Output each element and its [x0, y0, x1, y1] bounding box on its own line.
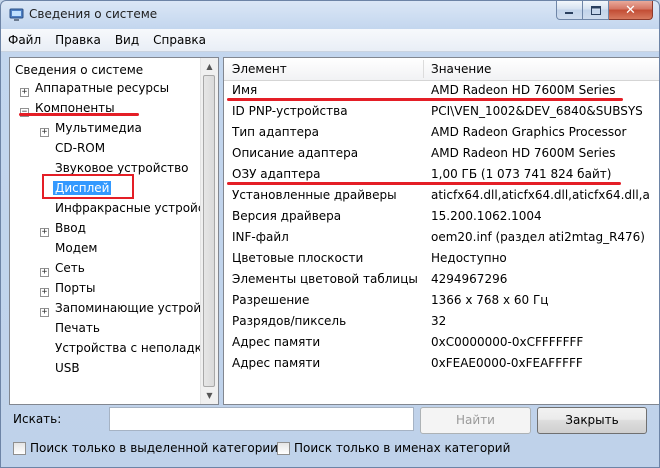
- tree-item-usb[interactable]: USB: [55, 358, 80, 378]
- expand-icon[interactable]: +: [40, 288, 49, 297]
- expand-icon[interactable]: +: [40, 228, 49, 237]
- table-row[interactable]: Установленные драйверы aticfx64.dll,atic…: [224, 185, 659, 206]
- maximize-icon: [590, 5, 601, 15]
- tree-item-system-summary[interactable]: Сведения о системе: [15, 60, 143, 80]
- table-row[interactable]: ID PNP-устройства PCI\VEN_1002&DEV_6840&…: [224, 101, 659, 122]
- table-row-partial[interactable]: [224, 374, 659, 384]
- annotation-box: [42, 174, 134, 199]
- tree-item-problem-devices[interactable]: Устройства с неполадка: [55, 338, 209, 358]
- expand-icon[interactable]: +: [20, 88, 29, 97]
- menu-file[interactable]: Файл: [1, 33, 48, 47]
- column-header-value[interactable]: Значение: [431, 58, 491, 80]
- table-row[interactable]: Цветовые плоскости Недоступно: [224, 248, 659, 269]
- search-label: Искать:: [13, 412, 62, 426]
- tree-item-ports[interactable]: Порты: [55, 278, 95, 298]
- table-row[interactable]: Разрядов/пиксель 32: [224, 311, 659, 332]
- minimize-icon: [565, 11, 573, 14]
- list-header: Элемент Значение: [224, 58, 659, 81]
- expand-icon[interactable]: +: [40, 128, 49, 137]
- scroll-down-icon[interactable]: ▼: [201, 387, 218, 404]
- tree-scrollbar[interactable]: ▲ ▼: [200, 58, 218, 404]
- column-divider[interactable]: [423, 60, 424, 78]
- annotation-underline: [19, 113, 139, 116]
- category-tree[interactable]: Сведения о системе + Аппаратные ресурсы …: [9, 57, 219, 405]
- expand-icon[interactable]: +: [40, 268, 49, 277]
- menu-edit[interactable]: Правка: [48, 33, 108, 47]
- search-category-names-label: Поиск только в именах категорий: [294, 441, 511, 455]
- search-input[interactable]: [109, 407, 414, 431]
- system-information-window: Сведения о системе ✕ Файл Правка Вид Спр…: [0, 0, 660, 468]
- table-row[interactable]: INF-файл oem20.inf (раздел ati2mtag_R476…: [224, 227, 659, 248]
- tree-item-network[interactable]: Сеть: [55, 258, 85, 278]
- tree-item-hardware-resources[interactable]: Аппаратные ресурсы: [35, 78, 169, 98]
- find-button[interactable]: Найти: [420, 407, 531, 434]
- table-row[interactable]: Адрес памяти 0xFEAE0000-0xFEAFFFFF: [224, 353, 659, 374]
- search-selected-category-checkbox[interactable]: [13, 441, 26, 455]
- details-list[interactable]: Элемент Значение Имя AMD Radeon HD 7600M…: [223, 57, 659, 405]
- tree-item-multimedia[interactable]: Мультимедиа: [55, 118, 142, 138]
- expand-icon[interactable]: +: [40, 308, 49, 317]
- table-row[interactable]: Разрешение 1366 x 768 x 60 Гц: [224, 290, 659, 311]
- search-selected-category-label: Поиск только в выделенной категории: [30, 441, 278, 455]
- close-icon: ✕: [625, 2, 636, 18]
- menu-help[interactable]: Справка: [146, 33, 213, 47]
- annotation-underline: [227, 98, 623, 101]
- search-category-names-option[interactable]: Поиск только в именах категорий: [277, 440, 510, 456]
- maximize-button[interactable]: [583, 1, 609, 20]
- tree-item-infrared[interactable]: Инфракрасные устройст: [55, 198, 211, 218]
- table-row[interactable]: Версия драйвера 15.200.1062.1004: [224, 206, 659, 227]
- scroll-thumb[interactable]: [203, 75, 215, 387]
- window-controls: ✕: [556, 1, 653, 21]
- system-info-icon: [9, 8, 24, 21]
- tree-item-cd-rom[interactable]: CD-ROM: [55, 138, 105, 158]
- scroll-up-icon[interactable]: ▲: [201, 58, 218, 75]
- column-header-item[interactable]: Элемент: [232, 58, 287, 80]
- search-selected-category-option[interactable]: Поиск только в выделенной категории: [13, 440, 278, 456]
- tree-item-input[interactable]: Ввод: [55, 218, 86, 238]
- table-row[interactable]: Адрес памяти 0xC0000000-0xCFFFFFFF: [224, 332, 659, 353]
- tree-item-printing[interactable]: Печать: [55, 318, 100, 338]
- close-button[interactable]: Закрыть: [537, 407, 647, 434]
- title-bar[interactable]: Сведения о системе ✕: [1, 1, 659, 29]
- table-row[interactable]: Элементы цветовой таблицы 4294967296: [224, 269, 659, 290]
- menu-view[interactable]: Вид: [108, 33, 146, 47]
- close-window-button[interactable]: ✕: [609, 1, 653, 20]
- tree-item-storage[interactable]: Запоминающие устройс: [55, 298, 208, 318]
- table-row[interactable]: Описание адаптера AMD Radeon HD 7600M Se…: [224, 143, 659, 164]
- minimize-button[interactable]: [556, 1, 583, 20]
- tree-item-modem[interactable]: Модем: [55, 238, 97, 258]
- window-title: Сведения о системе: [29, 7, 158, 21]
- annotation-underline: [227, 182, 621, 185]
- table-row[interactable]: Тип адаптера AMD Radeon Graphics Process…: [224, 122, 659, 143]
- search-category-names-checkbox[interactable]: [277, 441, 290, 455]
- menu-bar: Файл Правка Вид Справка: [1, 29, 659, 52]
